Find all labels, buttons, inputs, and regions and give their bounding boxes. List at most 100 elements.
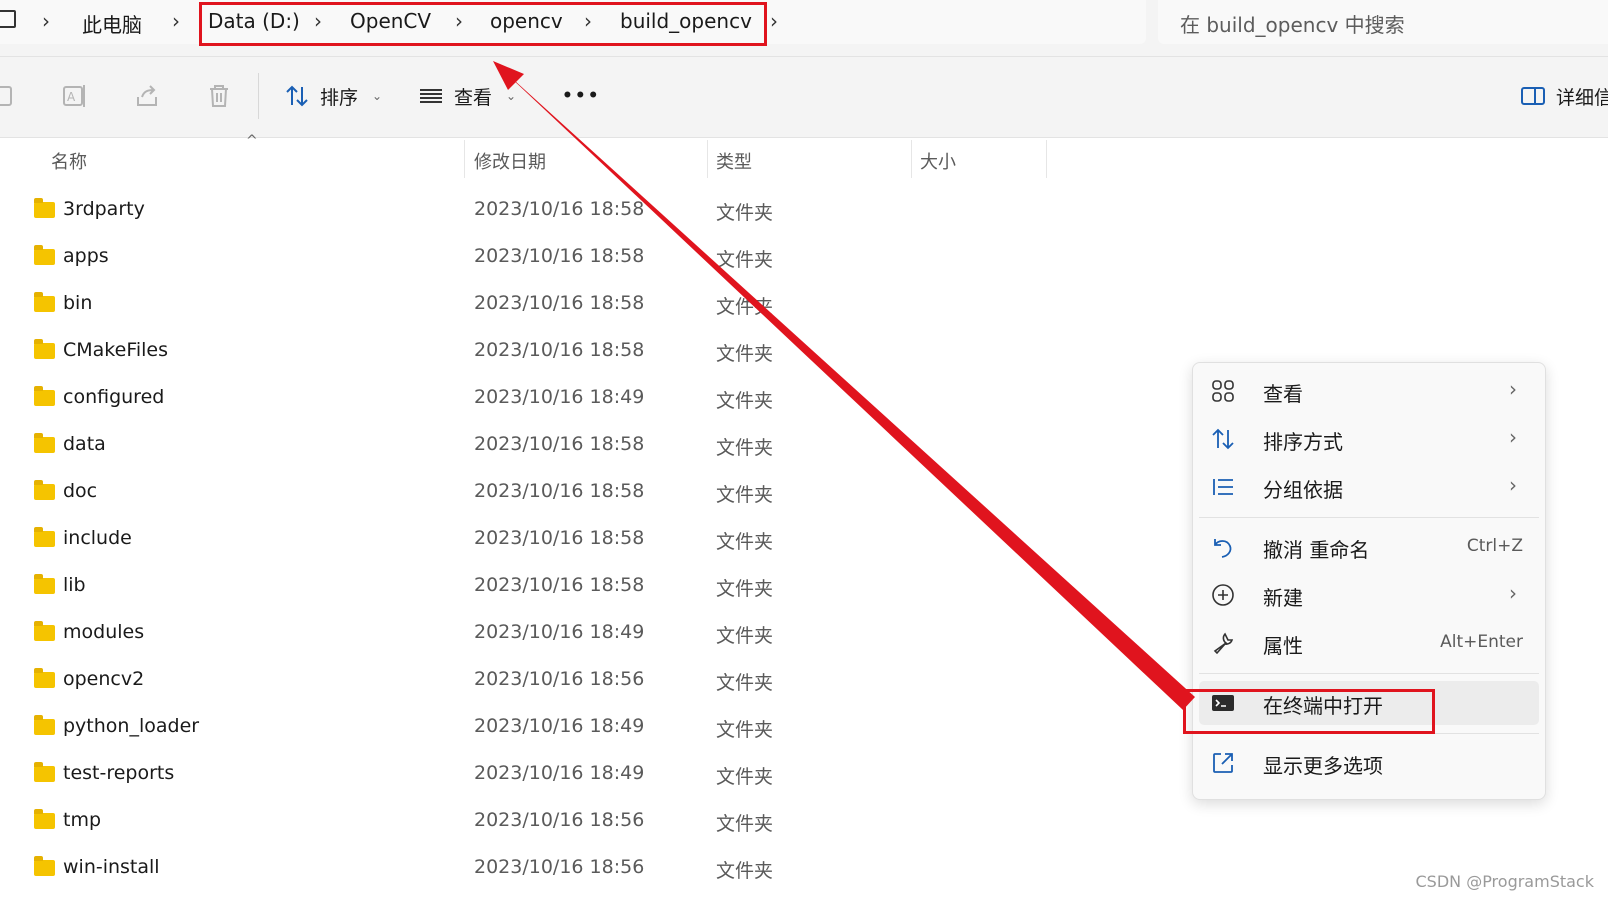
menu-item-group-by[interactable]: 分组依据 › xyxy=(1199,465,1539,509)
file-type: 文件夹 xyxy=(716,390,774,412)
column-header-name[interactable]: 名称 xyxy=(51,148,87,174)
folder-icon xyxy=(34,574,55,594)
file-date: 2023/10/16 18:58 xyxy=(474,574,645,596)
breadcrumb-root[interactable]: 此电脑 xyxy=(82,9,142,38)
list-item[interactable]: doc 2023/10/16 18:58 文件夹 xyxy=(0,470,1100,516)
file-name: test-reports xyxy=(63,762,175,784)
file-date: 2023/10/16 18:56 xyxy=(474,856,645,878)
search-placeholder[interactable]: 在 build_opencv 中搜索 xyxy=(1180,9,1405,38)
view-button[interactable]: 查看 ⌄ xyxy=(418,81,516,111)
list-item[interactable]: opencv2 2023/10/16 18:56 文件夹 xyxy=(0,658,1100,704)
file-type: 文件夹 xyxy=(716,437,774,459)
chevron-right-icon: › xyxy=(1509,425,1517,449)
file-name: doc xyxy=(63,480,98,502)
breadcrumb-chevron-icon[interactable]: › xyxy=(770,9,778,33)
list-item[interactable]: tmp 2023/10/16 18:56 文件夹 xyxy=(0,799,1100,845)
column-divider[interactable] xyxy=(464,140,465,178)
file-date: 2023/10/16 18:49 xyxy=(474,762,645,784)
file-name: 3rdparty xyxy=(63,198,145,220)
undo-icon xyxy=(1214,539,1232,558)
file-type: 文件夹 xyxy=(716,202,774,224)
menu-item-sort-by[interactable]: 排序方式 › xyxy=(1199,417,1539,461)
file-type: 文件夹 xyxy=(716,672,774,694)
column-divider[interactable] xyxy=(911,140,912,178)
file-type: 文件夹 xyxy=(716,719,774,741)
menu-label: 查看 xyxy=(1263,382,1303,406)
file-name: CMakeFiles xyxy=(63,339,169,361)
list-item[interactable]: modules 2023/10/16 18:49 文件夹 xyxy=(0,611,1100,657)
details-pane-icon xyxy=(1521,87,1545,105)
file-type: 文件夹 xyxy=(716,531,774,553)
column-header-row: 名称 修改日期 类型 大小 xyxy=(0,138,1608,180)
folder-icon xyxy=(34,198,55,218)
add-circle-icon xyxy=(1212,584,1234,606)
chevron-right-icon: › xyxy=(1509,473,1517,497)
sort-label: 排序 xyxy=(320,86,359,109)
folder-icon xyxy=(34,433,55,453)
breadcrumb-chevron-icon[interactable]: › xyxy=(172,9,180,33)
context-menu: 查看 › 排序方式 › 分组依据 › 撤消 重命名 Ctrl+Z 新建 › 属性… xyxy=(1192,362,1546,800)
more-options-button[interactable]: ••• xyxy=(562,81,601,111)
file-date: 2023/10/16 18:49 xyxy=(474,386,645,408)
list-item[interactable]: data 2023/10/16 18:58 文件夹 xyxy=(0,423,1100,469)
column-divider[interactable] xyxy=(1046,140,1047,178)
delete-icon[interactable] xyxy=(206,83,232,109)
details-pane-button[interactable]: 详细信息 xyxy=(1520,81,1608,111)
menu-label: 显示更多选项 xyxy=(1263,754,1383,778)
list-item[interactable]: apps 2023/10/16 18:58 文件夹 xyxy=(0,235,1100,281)
sort-button[interactable]: 排序 ⌄ xyxy=(284,81,382,111)
list-item[interactable]: python_loader 2023/10/16 18:49 文件夹 xyxy=(0,705,1100,751)
menu-shortcut: Ctrl+Z xyxy=(1466,536,1523,556)
list-item[interactable]: CMakeFiles 2023/10/16 18:58 文件夹 xyxy=(0,329,1100,375)
list-item[interactable]: include 2023/10/16 18:58 文件夹 xyxy=(0,517,1100,563)
breadcrumb-chevron-icon[interactable]: › xyxy=(42,9,50,33)
folder-icon xyxy=(34,245,55,265)
menu-label: 属性 xyxy=(1263,634,1303,658)
file-name: configured xyxy=(63,386,165,408)
list-item[interactable]: test-reports 2023/10/16 18:49 文件夹 xyxy=(0,752,1100,798)
file-date: 2023/10/16 18:49 xyxy=(474,715,645,737)
menu-label: 新建 xyxy=(1263,586,1303,610)
column-header-type[interactable]: 类型 xyxy=(716,148,752,174)
file-type: 文件夹 xyxy=(716,343,774,365)
sort-icon xyxy=(1212,428,1234,450)
paste-icon[interactable] xyxy=(0,83,18,109)
svg-text:A: A xyxy=(67,90,76,104)
group-by-icon xyxy=(1213,479,1233,495)
file-name: include xyxy=(63,527,132,549)
terminal-highlight-box xyxy=(1183,689,1435,734)
menu-shortcut: Alt+Enter xyxy=(1440,632,1523,652)
breadcrumb-highlight-box xyxy=(199,2,767,46)
file-name: data xyxy=(63,433,106,455)
file-date: 2023/10/16 18:58 xyxy=(474,292,645,314)
menu-item-undo-rename[interactable]: 撤消 重命名 Ctrl+Z xyxy=(1199,525,1539,569)
menu-item-view[interactable]: 查看 › xyxy=(1199,369,1539,413)
list-item[interactable]: 3rdparty 2023/10/16 18:58 文件夹 xyxy=(0,188,1100,234)
share-icon[interactable] xyxy=(134,83,160,109)
file-type: 文件夹 xyxy=(716,860,774,882)
file-date: 2023/10/16 18:58 xyxy=(474,339,645,361)
file-name: apps xyxy=(63,245,109,267)
file-date: 2023/10/16 18:58 xyxy=(474,198,645,220)
menu-item-properties[interactable]: 属性 Alt+Enter xyxy=(1199,621,1539,665)
rename-icon[interactable]: A xyxy=(62,83,88,109)
list-item[interactable]: bin 2023/10/16 18:58 文件夹 xyxy=(0,282,1100,328)
folder-icon xyxy=(34,339,55,359)
folder-icon xyxy=(34,668,55,688)
column-header-date[interactable]: 修改日期 xyxy=(474,148,546,174)
folder-icon xyxy=(34,715,55,735)
search-box[interactable]: 在 build_opencv 中搜索 xyxy=(1158,0,1608,44)
file-date: 2023/10/16 18:49 xyxy=(474,621,645,643)
column-divider[interactable] xyxy=(707,140,708,178)
column-header-size[interactable]: 大小 xyxy=(920,148,956,174)
list-item[interactable]: configured 2023/10/16 18:49 文件夹 xyxy=(0,376,1100,422)
list-item[interactable]: win-install 2023/10/16 18:56 文件夹 xyxy=(0,846,1100,892)
menu-item-new[interactable]: 新建 › xyxy=(1199,573,1539,617)
file-name: bin xyxy=(63,292,93,314)
list-item[interactable]: lib 2023/10/16 18:58 文件夹 xyxy=(0,564,1100,610)
view-label: 查看 xyxy=(454,86,493,109)
chevron-right-icon: › xyxy=(1509,581,1517,605)
chevron-down-icon: ⌄ xyxy=(506,89,517,103)
folder-icon xyxy=(34,762,55,782)
menu-item-show-more-options[interactable]: 显示更多选项 xyxy=(1199,741,1539,785)
